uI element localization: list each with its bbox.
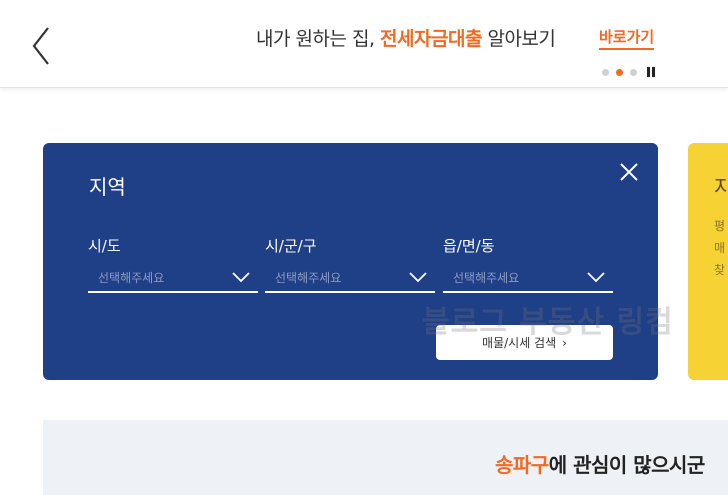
sigungu-field: 시/군/구 선택해주세요 — [265, 235, 435, 293]
sido-placeholder: 선택해주세요 — [98, 271, 165, 285]
interest-district: 송파구 — [495, 453, 549, 477]
chevron-down-icon — [409, 272, 427, 283]
sido-field: 시/도 선택해주세요 — [88, 235, 258, 293]
eupmyeondong-field: 읍/면/동 선택해주세요 — [443, 235, 613, 293]
banner-text-after: 알아보기 — [481, 28, 556, 50]
page: 내가 원하는 집, 전세자금대출 알아보기 바로가기 지역 시/도 선택해주세요 — [0, 0, 728, 495]
close-button[interactable] — [619, 162, 639, 182]
eupmyeondong-label: 읍/면/동 — [443, 237, 495, 255]
sigungu-label: 시/군/구 — [265, 237, 317, 255]
pause-icon[interactable] — [647, 67, 657, 77]
secondary-card-line: 평 — [714, 219, 726, 233]
interest-text: 에 관심이 많으시군 — [548, 453, 706, 477]
chevron-down-icon — [587, 272, 605, 283]
shortcut-link[interactable]: 바로가기 — [599, 26, 655, 50]
back-button[interactable] — [22, 22, 58, 70]
sido-label: 시/도 — [88, 237, 121, 255]
eupmyeondong-select[interactable]: 선택해주세요 — [443, 259, 613, 293]
slide-dot-2[interactable] — [616, 68, 623, 76]
interest-heading: 송파구에 관심이 많으시군 — [495, 449, 705, 478]
sigungu-placeholder: 선택해주세요 — [275, 271, 342, 285]
chevron-down-icon — [232, 272, 250, 283]
close-icon — [620, 163, 638, 181]
secondary-card-title: 지 — [714, 175, 728, 199]
secondary-card-line: 찾 — [714, 263, 726, 277]
sido-select[interactable]: 선택해주세요 — [88, 259, 258, 293]
slide-indicator — [602, 67, 657, 77]
secondary-card[interactable]: 지 평 매 찾 — [688, 143, 728, 380]
chevron-left-icon — [32, 27, 49, 65]
eupmyeondong-placeholder: 선택해주세요 — [453, 271, 520, 285]
slide-dot-3[interactable] — [630, 68, 637, 76]
sigungu-select[interactable]: 선택해주세요 — [265, 259, 435, 293]
card-title: 지역 — [89, 175, 126, 199]
banner-text-before: 내가 원하는 집, — [256, 28, 381, 50]
region-search-card: 지역 시/도 선택해주세요 시/군/구 선택해주세요 읍/면/동 선택해주세요 … — [43, 143, 658, 380]
secondary-card-line: 매 — [714, 241, 726, 255]
top-banner: 내가 원하는 집, 전세자금대출 알아보기 바로가기 — [0, 0, 728, 88]
interest-section: 송파구에 관심이 많으시군 — [43, 420, 728, 495]
banner-highlight: 전세자금대출 — [380, 28, 482, 50]
banner-text: 내가 원하는 집, 전세자금대출 알아보기 — [256, 24, 556, 51]
watermark: 블로그 부동산 링컴 — [422, 305, 674, 340]
slide-dot-1[interactable] — [602, 68, 609, 76]
